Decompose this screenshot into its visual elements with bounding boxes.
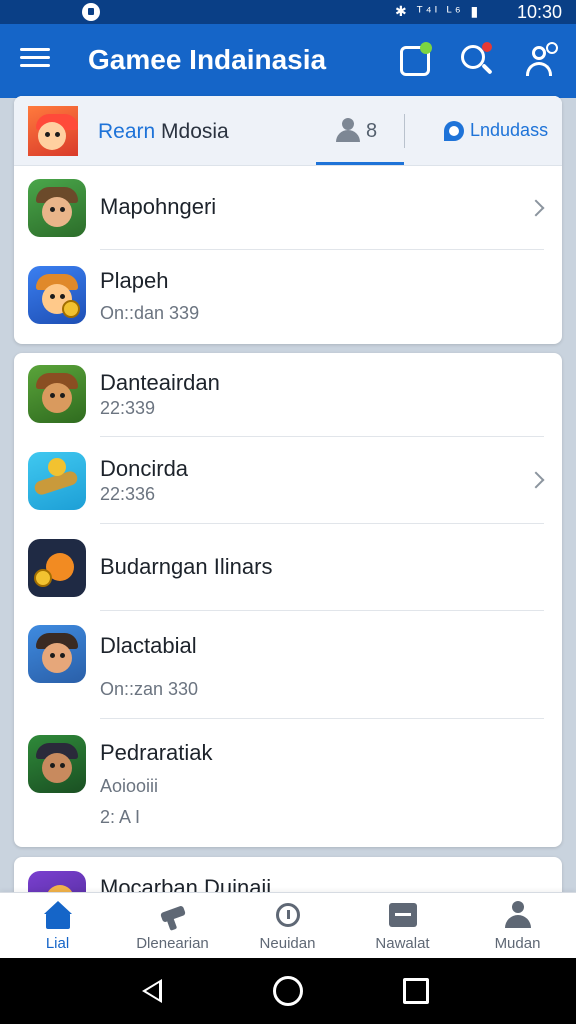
divider bbox=[404, 114, 405, 148]
game-subtitle: Aoiooiii bbox=[100, 776, 159, 796]
app-title: Gamee Indainasia bbox=[88, 44, 327, 75]
chevron-right-icon bbox=[527, 471, 545, 489]
gun-icon bbox=[159, 901, 187, 929]
list-item[interactable]: Plapeh On::dan 339 bbox=[14, 250, 562, 344]
list-item[interactable]: Pedraratiak Aoiooiii 2: A I bbox=[14, 719, 562, 847]
game-thumbnail bbox=[28, 365, 86, 423]
clock: 10:30 bbox=[516, 2, 562, 22]
game-name: Budarngan Ilinars bbox=[100, 554, 273, 579]
home-icon bbox=[44, 901, 72, 929]
game-subtitle-secondary: 2: A I bbox=[100, 807, 141, 827]
nav-label: Neuidan bbox=[259, 935, 316, 952]
home-circle-icon[interactable] bbox=[273, 976, 303, 1006]
people-icon bbox=[342, 118, 354, 130]
nav-label: Mudan bbox=[494, 935, 541, 952]
nav-item-home[interactable]: Lial bbox=[0, 893, 115, 959]
nav-label: Lial bbox=[45, 935, 70, 952]
card-title-rest: Mdosia bbox=[155, 120, 229, 143]
game-thumbnail bbox=[28, 266, 86, 324]
recents-icon[interactable] bbox=[403, 978, 429, 1004]
game-subtitle: 22:339 bbox=[100, 398, 156, 418]
calendar-icon[interactable] bbox=[396, 40, 436, 80]
list-item[interactable]: Mapohngeri bbox=[14, 166, 562, 250]
message-icon bbox=[389, 901, 417, 929]
profile-icon[interactable] bbox=[522, 40, 562, 80]
game-thumbnail bbox=[28, 625, 86, 683]
app-bar: Gamee Indainasia bbox=[0, 24, 576, 98]
back-icon[interactable] bbox=[138, 976, 168, 1006]
players-tab[interactable]: 8 bbox=[336, 116, 406, 148]
status-icons: ✱ ᵀ⁴ᴵ ᴸ⁶ ▮ bbox=[395, 3, 481, 20]
header-game-avatar bbox=[28, 106, 78, 156]
games-list-card: Danteairdan 22:339 Doncirda 22:336 Budar… bbox=[14, 353, 562, 847]
system-navigation-bar bbox=[0, 958, 576, 1024]
nav-item-2[interactable]: Dlenearian bbox=[115, 893, 230, 959]
list-item[interactable]: Danteairdan 22:339 bbox=[14, 353, 562, 437]
list-item[interactable]: Dlactabial On::zan 330 bbox=[14, 611, 562, 719]
list-item[interactable]: Budarngan Ilinars bbox=[14, 524, 562, 611]
card-title-accent: Rearn bbox=[98, 120, 156, 143]
card-header: Rearn Mdosia 8 Lndudass bbox=[14, 96, 562, 166]
chat-icon bbox=[444, 121, 464, 141]
game-subtitle: On::dan 339 bbox=[100, 303, 200, 323]
clock-icon bbox=[274, 901, 302, 929]
card-title: Rearn Mdosia bbox=[98, 120, 229, 144]
bottom-navigation: Lial Dlenearian Neuidan Nawalat Mudan bbox=[0, 892, 576, 958]
lock-icon bbox=[82, 3, 100, 21]
game-subtitle: 22:336 bbox=[100, 484, 156, 504]
nav-label: Dlenearian bbox=[136, 935, 209, 952]
game-thumbnail bbox=[28, 452, 86, 510]
featured-card: Rearn Mdosia 8 Lndudass Mapohngeri Plape… bbox=[14, 96, 562, 344]
game-thumbnail bbox=[28, 735, 86, 793]
active-tab-indicator bbox=[316, 162, 404, 165]
players-count: 8 bbox=[366, 120, 378, 142]
list-item[interactable]: Doncirda 22:336 bbox=[14, 437, 562, 524]
nav-item-4[interactable]: Nawalat bbox=[345, 893, 460, 959]
game-thumbnail bbox=[28, 539, 86, 597]
game-name: Plapeh bbox=[100, 268, 169, 293]
signal-text: ᵀ⁴ᴵ ᴸ⁶ bbox=[416, 3, 464, 19]
game-name: Mapohngeri bbox=[100, 194, 217, 219]
game-thumbnail bbox=[28, 179, 86, 237]
nav-item-5[interactable]: Mudan bbox=[460, 893, 575, 959]
game-subtitle: On::zan 330 bbox=[100, 679, 199, 699]
user-icon bbox=[504, 901, 532, 929]
game-name: Pedraratiak bbox=[100, 740, 213, 765]
nav-item-3[interactable]: Neuidan bbox=[230, 893, 345, 959]
search-icon[interactable] bbox=[458, 40, 498, 80]
status-bar: ✱ ᵀ⁴ᴵ ᴸ⁶ ▮ 10:30 bbox=[0, 0, 576, 24]
bluetooth-icon: ✱ bbox=[395, 3, 410, 19]
header-link-label: Lndudass bbox=[470, 120, 549, 140]
menu-icon[interactable] bbox=[20, 48, 50, 72]
nav-label: Nawalat bbox=[375, 935, 430, 952]
game-name: Doncirda bbox=[100, 456, 189, 481]
battery-icon: ▮ bbox=[470, 3, 482, 19]
chevron-right-icon bbox=[527, 199, 545, 217]
game-name: Dlactabial bbox=[100, 633, 197, 658]
game-name: Danteairdan bbox=[100, 370, 220, 395]
